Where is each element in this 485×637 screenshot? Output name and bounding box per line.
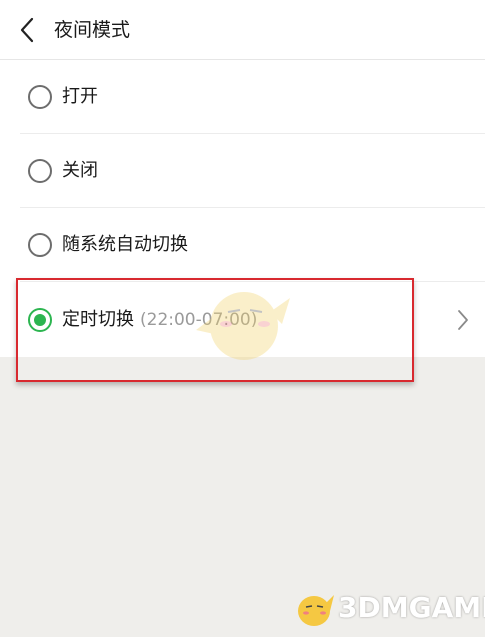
option-off-label: 关闭 [62,160,98,181]
option-off[interactable]: 关闭 [0,134,485,208]
mascot-logo-icon [298,595,334,626]
watermark: 3DMGAME [292,582,485,632]
back-button[interactable] [12,13,42,47]
radio-off[interactable] [28,159,52,183]
radio-follow-system[interactable] [28,233,52,257]
mascot-watermark-icon [196,292,290,360]
option-follow-system[interactable]: 随系统自动切换 [0,208,485,282]
radio-scheduled[interactable] [28,308,52,332]
page-title: 夜间模式 [54,19,131,41]
chevron-right-icon [458,310,468,330]
chevron-left-icon [20,17,34,43]
option-follow-system-label: 随系统自动切换 [62,234,188,255]
radio-on[interactable] [28,85,52,109]
watermark-text: 3DMGAME [338,590,485,624]
nav-bar: 夜间模式 [0,0,485,60]
option-scheduled-title: 定时切换 [62,309,134,330]
option-on-label: 打开 [62,86,98,107]
option-on[interactable]: 打开 [0,60,485,134]
